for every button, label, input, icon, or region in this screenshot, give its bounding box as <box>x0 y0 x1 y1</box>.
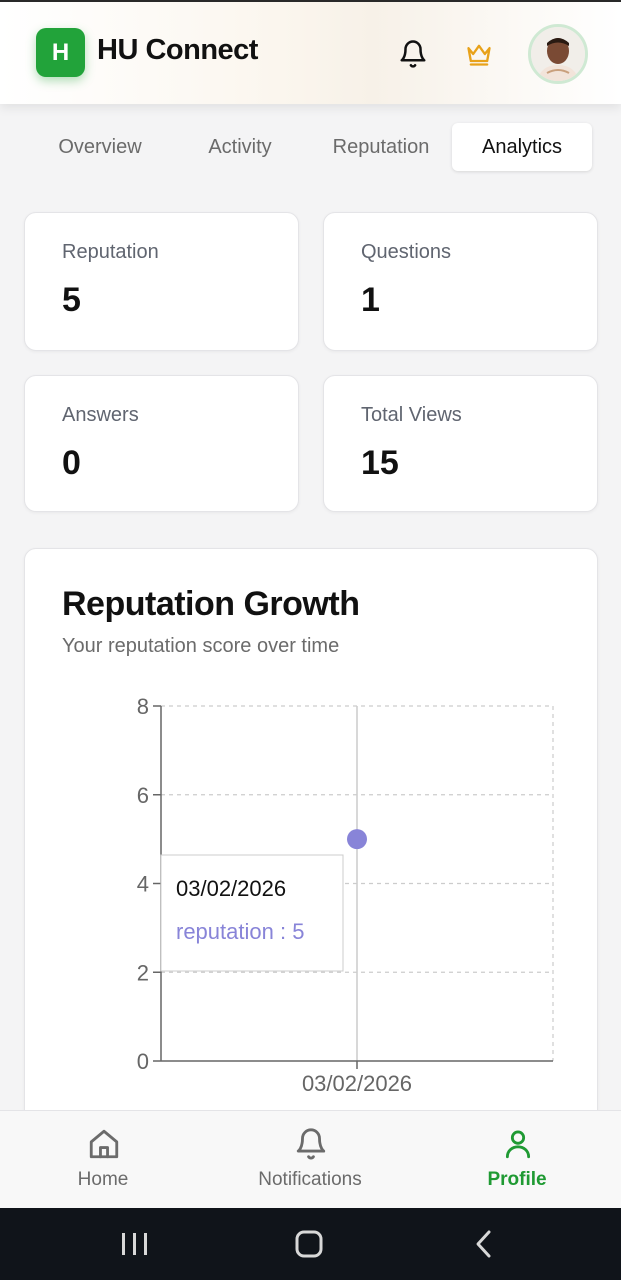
stat-value: 15 <box>361 444 399 482</box>
home-button-icon[interactable] <box>295 1230 323 1258</box>
nav-label-notifications: Notifications <box>258 1169 362 1190</box>
app-header: H HU Connect <box>0 2 621 104</box>
stat-label: Questions <box>361 241 452 263</box>
stat-card-answers: Answers 0 <box>24 375 299 512</box>
stat-label: Reputation <box>62 241 159 263</box>
stat-value: 5 <box>62 281 81 319</box>
reputation-growth-card: Reputation Growth Your reputation score … <box>24 548 598 1148</box>
chart-tooltip: 03/02/2026 reputation : 5 <box>160 854 344 972</box>
tooltip-box <box>160 854 344 972</box>
tooltip-date: 03/02/2026 <box>176 876 286 901</box>
x-tick-label: 03/02/2026 <box>302 1071 412 1096</box>
y-tick-label: 0 <box>137 1049 149 1074</box>
avatar[interactable] <box>528 24 588 84</box>
stat-value: 0 <box>62 444 81 482</box>
stat-value: 1 <box>361 281 380 319</box>
nav-item-home[interactable]: Home <box>23 1111 183 1209</box>
logo-letter: H <box>51 38 70 66</box>
profile-tabs: Overview Activity Reputation Analytics <box>30 122 596 172</box>
y-tick-label: 4 <box>137 872 149 897</box>
bell-icon[interactable] <box>398 38 428 70</box>
bottom-nav: Home Notifications Profile <box>0 1110 621 1208</box>
stat-label: Answers <box>62 404 139 426</box>
system-nav-bar <box>0 1208 621 1280</box>
app-title: HU Connect <box>97 34 258 66</box>
bell-icon <box>296 1128 326 1160</box>
tooltip-value: reputation : 5 <box>176 919 304 944</box>
user-icon <box>505 1130 531 1159</box>
back-icon[interactable] <box>476 1230 491 1258</box>
avatar-image <box>531 27 585 81</box>
stat-card-questions: Questions 1 <box>323 212 598 351</box>
y-tick-label: 8 <box>137 694 149 719</box>
home-icon <box>89 1129 119 1159</box>
nav-label-home: Home <box>77 1169 129 1190</box>
data-point <box>347 829 367 850</box>
reputation-chart: 0 2 4 6 8 03/02/2026 03/02/2026 reputation : … <box>137 694 554 1096</box>
chart-marks <box>347 829 367 850</box>
stat-card-reputation: Reputation 5 <box>24 212 299 351</box>
stat-card-total-views: Total Views 15 <box>323 375 598 512</box>
nav-item-notifications[interactable]: Notifications <box>230 1111 390 1209</box>
tab-activity[interactable]: Activity <box>170 123 310 171</box>
tab-reputation[interactable]: Reputation <box>310 123 452 171</box>
stat-label: Total Views <box>361 404 462 426</box>
recent-apps-icon[interactable] <box>122 1233 147 1255</box>
app-logo[interactable]: H <box>36 28 85 77</box>
crown-icon[interactable] <box>463 40 495 68</box>
y-tick-label: 2 <box>137 960 149 985</box>
system-nav-buttons <box>122 1230 491 1258</box>
nav-item-profile[interactable]: Profile <box>437 1111 597 1209</box>
tab-overview[interactable]: Overview <box>30 123 170 171</box>
nav-label-profile: Profile <box>487 1169 547 1190</box>
tab-analytics[interactable]: Analytics <box>452 123 592 171</box>
y-tick-label: 6 <box>137 783 149 808</box>
